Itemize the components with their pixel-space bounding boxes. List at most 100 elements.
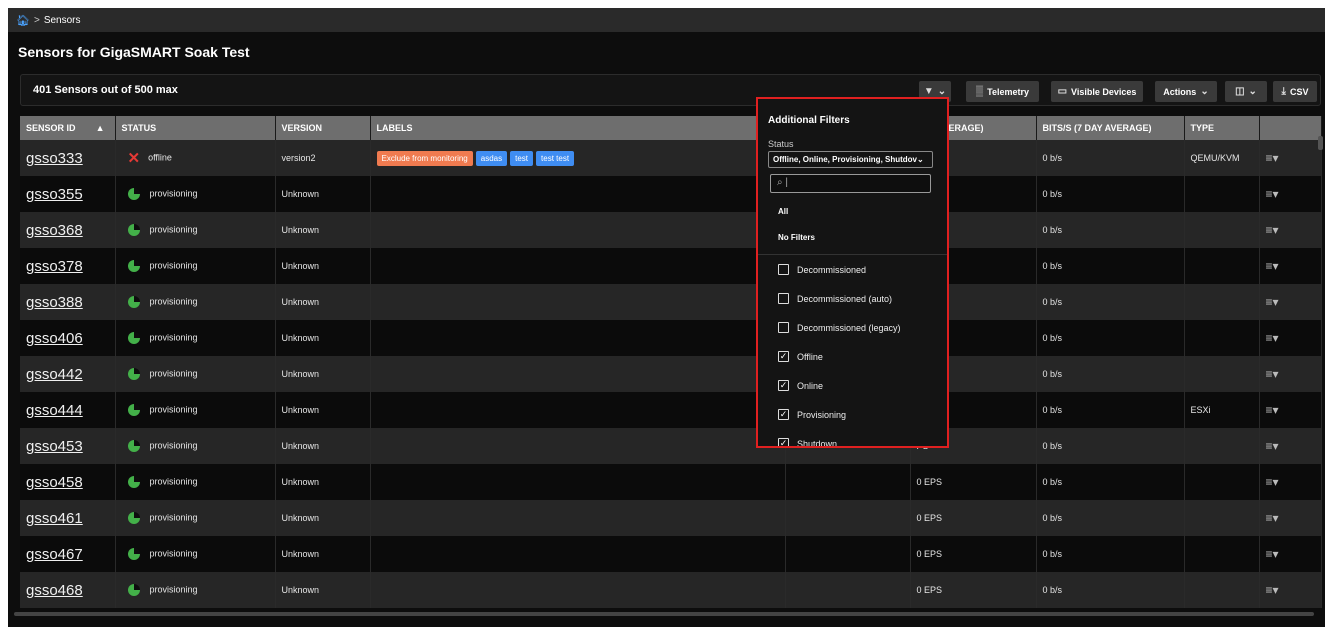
visible-devices-button[interactable]: ▭ Visible Devices <box>1051 81 1143 102</box>
status-search-input[interactable]: ⌕ | <box>770 174 931 193</box>
row-menu-cell[interactable]: ≡▾ <box>1259 464 1322 500</box>
row-menu-cell[interactable]: ≡▾ <box>1259 248 1322 284</box>
table-row[interactable]: gsso368 provisioning Unknown 0 b/s ≡▾ <box>20 212 1322 248</box>
sensor-id-link[interactable]: gsso355 <box>20 176 116 212</box>
table-row[interactable]: gsso388provisioningUnknownPS0 b/s≡▾ <box>20 284 1322 320</box>
row-menu-icon[interactable]: ≡▾ <box>1266 475 1279 489</box>
sensor-id-link[interactable]: gsso468 <box>20 572 116 608</box>
actions-button[interactable]: Actions ⌄ <box>1155 81 1217 102</box>
labels-cell <box>370 320 786 356</box>
provisioning-pie-icon <box>127 548 140 560</box>
status-checkbox-row[interactable]: Decommissioned (auto) <box>778 293 892 304</box>
col-header-labels[interactable]: LABELS <box>370 116 786 140</box>
sensor-id-link[interactable]: gsso333 <box>20 140 116 176</box>
row-menu-cell[interactable]: ≡▾ <box>1259 140 1322 176</box>
bits-cell: 0 b/s <box>1036 428 1185 464</box>
row-menu-cell[interactable]: ≡▾ <box>1259 212 1322 248</box>
row-menu-icon[interactable]: ≡▾ <box>1266 223 1279 237</box>
telemetry-button[interactable]: ▒ Telemetry <box>966 81 1039 102</box>
table-row[interactable]: gsso458 provisioning Unknown 0 EPS 0 b/s ≡▾ <box>20 464 1322 500</box>
checkbox-unchecked[interactable] <box>778 322 789 333</box>
horizontal-scrollbar[interactable] <box>14 612 1314 616</box>
table-row[interactable]: gsso355 provisioning Unknown 0 b/s ≡▾ <box>20 176 1322 212</box>
sensor-id-link[interactable]: gsso444 <box>20 392 116 428</box>
row-menu-cell[interactable]: ≡▾ <box>1259 356 1322 392</box>
row-menu-icon[interactable]: ≡▾ <box>1266 151 1279 165</box>
table-row[interactable]: gsso406provisioningUnknownPS0 b/s≡▾ <box>20 320 1322 356</box>
sensor-id-link[interactable]: gsso458 <box>20 464 116 500</box>
label-tag[interactable]: Exclude from monitoring <box>376 150 473 166</box>
option-all[interactable]: All <box>778 207 788 216</box>
additional-filters-panel: Additional Filters Status Offline, Onlin… <box>756 97 949 448</box>
status-checkbox-row[interactable]: ✓ Provisioning <box>778 409 846 420</box>
col-header-status[interactable]: STATUS <box>115 116 276 140</box>
option-no-filters[interactable]: No Filters <box>778 233 815 242</box>
sensor-id-link[interactable]: gsso378 <box>20 248 116 284</box>
status-checkbox-row[interactable]: ✓ Shutdown <box>778 438 837 446</box>
row-menu-cell[interactable]: ≡▾ <box>1259 572 1322 608</box>
sensor-id-link[interactable]: gsso406 <box>20 320 116 356</box>
status-text: provisioning <box>149 404 198 415</box>
table-row[interactable]: gsso444provisioningUnknownPS0 b/sESXi≡▾ <box>20 392 1322 428</box>
table-row[interactable]: gsso467 provisioning Unknown 0 EPS 0 b/s ≡▾ <box>20 536 1322 572</box>
col-header-bits[interactable]: BITS/S (7 DAY AVERAGE) <box>1036 116 1185 140</box>
col-header-type[interactable]: TYPE <box>1184 116 1260 140</box>
table-row[interactable]: gsso442provisioningUnknownPS0 b/s≡▾ <box>20 356 1322 392</box>
label-tag[interactable]: test test <box>536 150 575 166</box>
checkbox-checked[interactable]: ✓ <box>778 409 789 420</box>
sensor-id-link[interactable]: gsso453 <box>20 428 116 464</box>
row-menu-icon[interactable]: ≡▾ <box>1266 547 1279 561</box>
sensor-id-link[interactable]: gsso461 <box>20 500 116 536</box>
checkbox-checked[interactable]: ✓ <box>778 351 789 362</box>
version-cell: version2 <box>275 140 371 176</box>
checkbox-unchecked[interactable] <box>778 264 789 275</box>
sensor-id-link[interactable]: gsso442 <box>20 356 116 392</box>
row-menu-cell[interactable]: ≡▾ <box>1259 320 1322 356</box>
row-menu-icon[interactable]: ≡▾ <box>1266 331 1279 345</box>
eps-cell: 0 EPS <box>910 536 1037 572</box>
vertical-scrollbar[interactable] <box>1318 136 1323 150</box>
row-menu-icon[interactable]: ≡▾ <box>1266 187 1279 201</box>
table-row[interactable]: gsso468 provisioning Unknown 0 EPS 0 b/s ≡▾ <box>20 572 1322 608</box>
csv-button[interactable]: ⤓ CSV <box>1273 81 1317 102</box>
columns-button[interactable]: ◫ ⌄ <box>1225 81 1267 102</box>
provisioning-pie-icon <box>127 476 140 488</box>
row-menu-icon[interactable]: ≡▾ <box>1266 511 1279 525</box>
table-row[interactable]: gsso378provisioningUnknownPS0 b/s≡▾ <box>20 248 1322 284</box>
table-row[interactable]: gsso453provisioningUnknownPS0 b/s≡▾ <box>20 428 1322 464</box>
label-tag[interactable]: asdas <box>475 150 508 166</box>
table-row[interactable]: gsso333 ✕ offline version2 Exclude from moni… <box>20 140 1322 176</box>
table-row[interactable]: gsso461 provisioning Unknown 0 EPS 0 b/s ≡▾ <box>20 500 1322 536</box>
row-menu-icon[interactable]: ≡▾ <box>1266 259 1279 273</box>
version-cell: Unknown <box>275 356 371 392</box>
checkbox-label: Decommissioned <box>797 264 867 275</box>
sensor-id-link[interactable]: gsso368 <box>20 212 116 248</box>
status-checkbox-row[interactable]: ✓ Online <box>778 380 823 391</box>
col-header-version[interactable]: VERSION <box>275 116 371 140</box>
row-menu-cell[interactable]: ≡▾ <box>1259 284 1322 320</box>
checkbox-checked[interactable]: ✓ <box>778 380 789 391</box>
sensor-id-link[interactable]: gsso388 <box>20 284 116 320</box>
row-menu-icon[interactable]: ≡▾ <box>1266 403 1279 417</box>
status-checkbox-row[interactable]: Decommissioned <box>778 264 866 275</box>
row-menu-cell[interactable]: ≡▾ <box>1259 536 1322 572</box>
row-menu-icon[interactable]: ≡▾ <box>1266 439 1279 453</box>
status-filter-select[interactable]: Offline, Online, Provisioning, Shutdov⌄ <box>768 151 933 168</box>
labels-cell: Exclude from monitoring asdas test test tes… <box>370 140 786 176</box>
row-menu-cell[interactable]: ≡▾ <box>1259 176 1322 212</box>
breadcrumb-current[interactable]: Sensors <box>44 15 81 26</box>
status-checkbox-row[interactable]: ✓ Offline <box>778 351 823 362</box>
checkbox-checked[interactable]: ✓ <box>778 438 789 446</box>
row-menu-cell[interactable]: ≡▾ <box>1259 500 1322 536</box>
home-icon[interactable]: 🏠︎ <box>16 14 30 27</box>
row-menu-icon[interactable]: ≡▾ <box>1266 583 1279 597</box>
col-header-sensor-id[interactable]: SENSOR ID ▲ <box>20 116 116 140</box>
row-menu-icon[interactable]: ≡▾ <box>1266 295 1279 309</box>
row-menu-icon[interactable]: ≡▾ <box>1266 367 1279 381</box>
label-tag[interactable]: test <box>510 150 534 166</box>
row-menu-cell[interactable]: ≡▾ <box>1259 428 1322 464</box>
status-checkbox-row[interactable]: Decommissioned (legacy) <box>778 322 901 333</box>
row-menu-cell[interactable]: ≡▾ <box>1259 392 1322 428</box>
sensor-id-link[interactable]: gsso467 <box>20 536 116 572</box>
checkbox-unchecked[interactable] <box>778 293 789 304</box>
